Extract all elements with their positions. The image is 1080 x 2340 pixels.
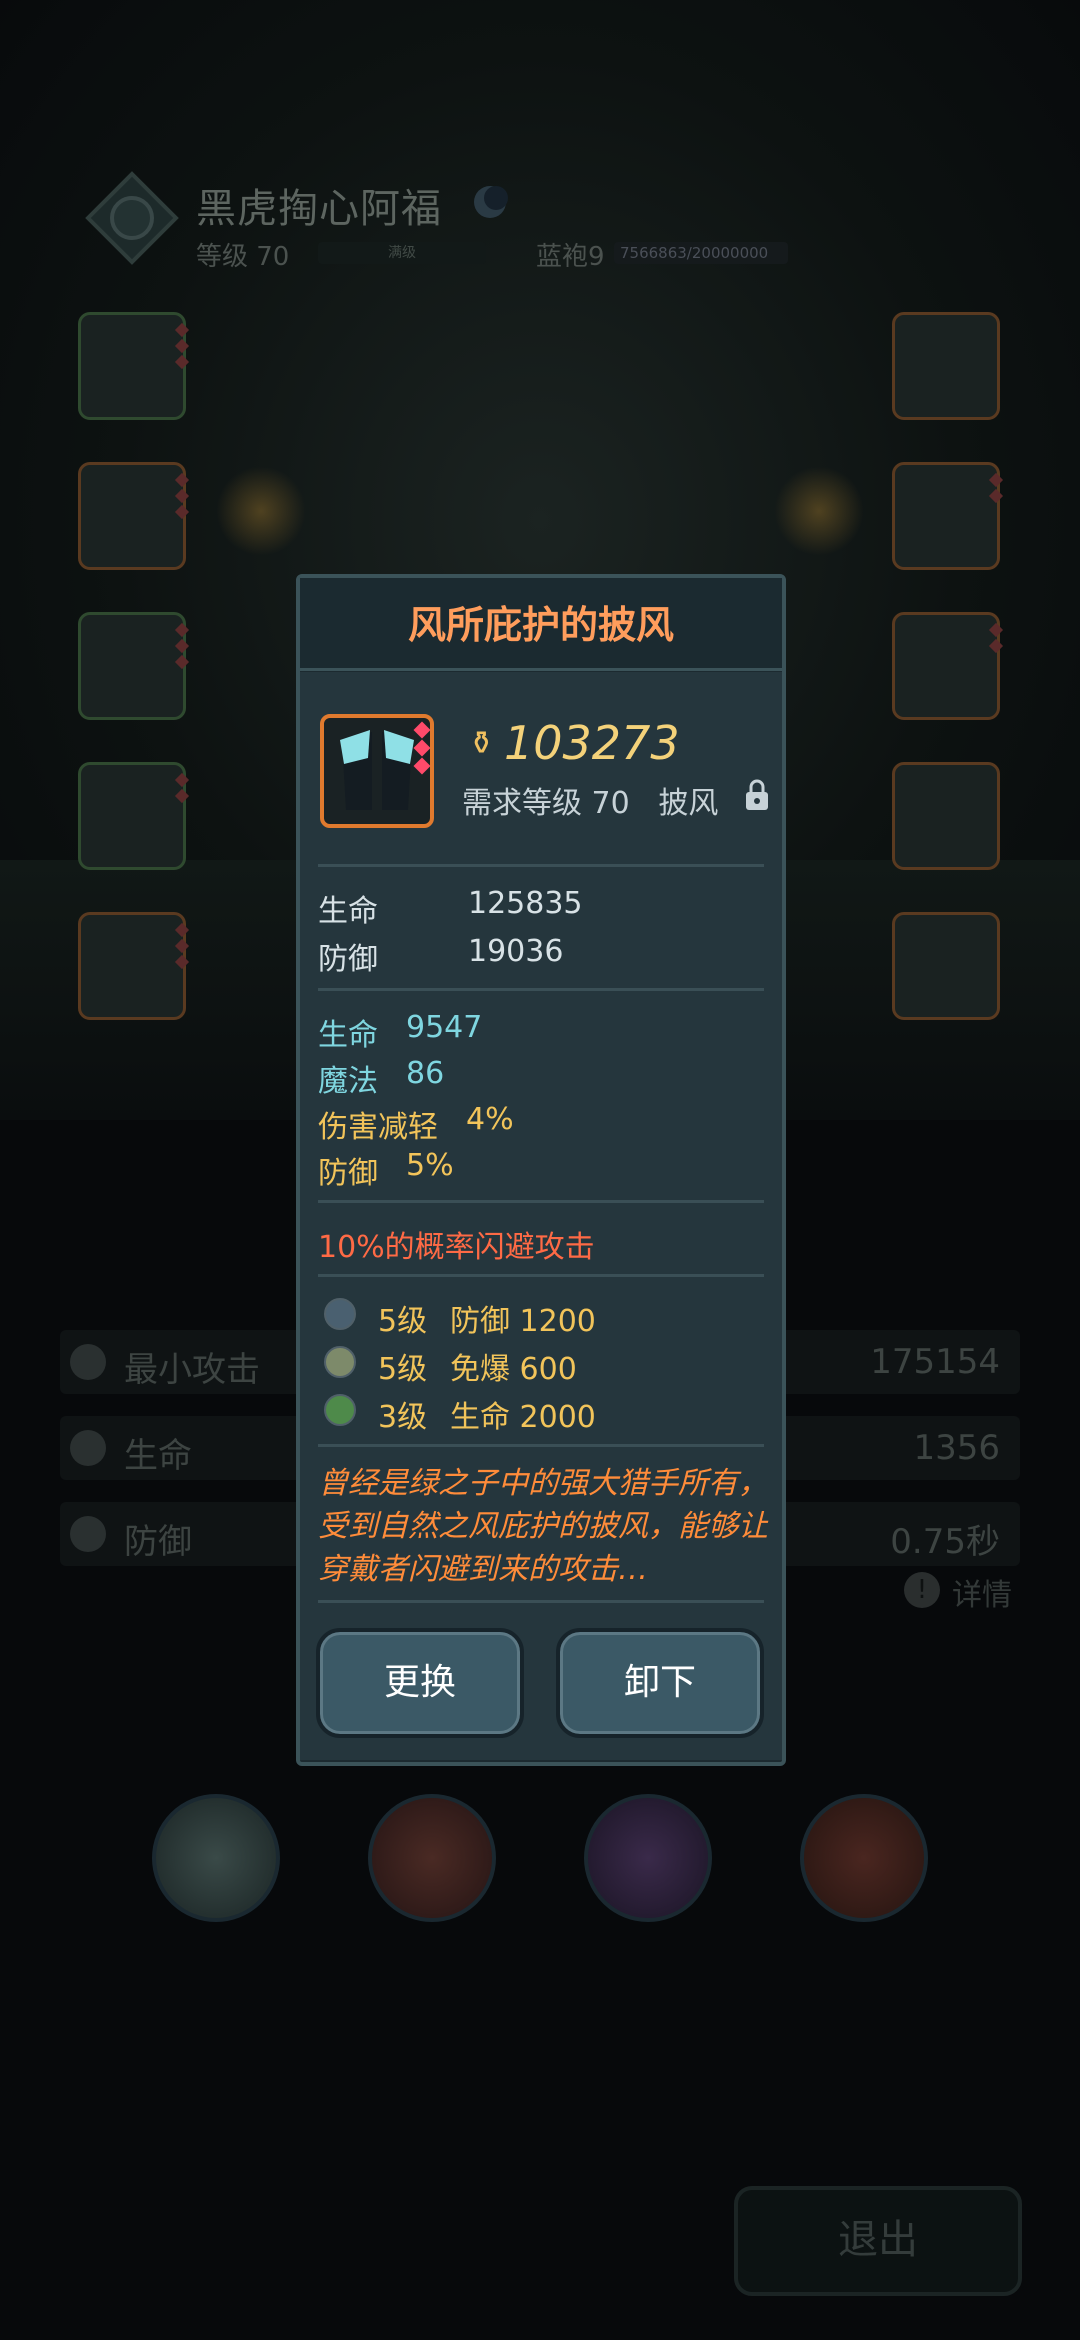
replace-button[interactable]: 更换	[316, 1628, 524, 1738]
socket-effect: 免爆 600	[450, 1352, 577, 1387]
level-bar: 满级	[318, 242, 486, 264]
special-effect: 10%的概率闪避攻击	[318, 1230, 595, 1265]
cloak-icon	[340, 730, 414, 810]
base-stat-name: 生命	[318, 894, 378, 929]
item-slot-type: 披风	[658, 786, 719, 821]
equip-slot-weapon[interactable]	[892, 312, 1000, 420]
socket-level: 5级	[378, 1304, 428, 1339]
stat-value: 0.75秒	[890, 1522, 1000, 1562]
lock-icon[interactable]	[742, 778, 772, 812]
stat-value: 175154	[870, 1342, 1000, 1382]
equip-slot-ring[interactable]	[892, 462, 1004, 570]
hero-name: 黑虎掏心阿福	[196, 186, 442, 232]
skill-slot-1[interactable]	[152, 1794, 280, 1922]
divider	[318, 1200, 764, 1203]
bonus-stat-value: 9547	[406, 1010, 483, 1045]
stat-label: 防御	[124, 1522, 192, 1562]
hero-rank: 蓝袍9	[536, 242, 605, 272]
requirement-level: 需求等级 70	[462, 786, 630, 821]
item-title: 风所庇护的披风	[407, 603, 674, 647]
bonus-stat-value: 86	[406, 1056, 445, 1091]
gem-socket-icon	[324, 1346, 356, 1378]
skill-slot-4[interactable]	[800, 1794, 928, 1922]
equip-slot-offhand[interactable]	[892, 762, 1000, 870]
divider	[318, 864, 764, 867]
base-stat-name: 防御	[318, 942, 378, 977]
exit-button[interactable]: 退出	[734, 2186, 1022, 2296]
equip-slot-boots[interactable]	[78, 762, 190, 870]
divider	[318, 1274, 764, 1277]
power-icon: ⚱	[468, 724, 495, 762]
item-requirement: 需求等级 70 披风	[462, 778, 718, 822]
equip-slot-cloak[interactable]	[78, 912, 190, 1020]
gem-socket-icon	[324, 1298, 356, 1330]
detail-link[interactable]: 详情	[952, 1570, 1012, 1614]
equip-slot-necklace[interactable]	[892, 612, 1004, 720]
torch-glow-right	[774, 466, 864, 556]
socket-level: 3级	[378, 1400, 428, 1435]
stat-label: 生命	[124, 1436, 192, 1476]
socket-effect: 防御 1200	[450, 1304, 596, 1339]
unequip-button[interactable]: 卸下	[556, 1628, 764, 1738]
bonus-stat-name: 防御	[318, 1156, 378, 1191]
base-stat-value: 125835	[468, 886, 583, 921]
bonus-stat-name: 魔法	[318, 1064, 378, 1099]
socket-effect: 生命 2000	[450, 1400, 596, 1435]
bonus-stat-value: 4%	[466, 1102, 514, 1137]
skill-slot-2[interactable]	[368, 1794, 496, 1922]
info-icon[interactable]: !	[904, 1572, 940, 1608]
bonus-stat-name: 生命	[318, 1018, 378, 1053]
gem-socket-icon	[324, 1394, 356, 1426]
shield-icon	[70, 1516, 106, 1552]
heart-icon	[70, 1430, 106, 1466]
attack-icon	[70, 1344, 106, 1380]
moon-icon	[474, 186, 508, 218]
skill-slot-3[interactable]	[584, 1794, 712, 1922]
divider	[318, 988, 764, 991]
rank-progress: 7566863/20000000	[614, 242, 788, 264]
divider	[318, 1600, 764, 1603]
equip-slot-armor[interactable]	[78, 462, 190, 570]
torch-glow-left	[216, 466, 306, 556]
hero-emblem-icon	[85, 171, 179, 265]
item-icon-slot	[320, 714, 434, 828]
hero-level: 等级 70	[196, 242, 290, 272]
equip-slot-helmet[interactable]	[78, 312, 190, 420]
stat-value: 1356	[913, 1428, 1000, 1468]
item-description: 曾经是绿之子中的强大猎手所有，受到自然之风庇护的披风，能够让穿戴者闪避到来的攻击…	[318, 1466, 768, 1587]
base-stat-value: 19036	[468, 934, 564, 969]
bonus-stat-name: 伤害减轻	[318, 1110, 438, 1145]
stat-label: 最小攻击	[124, 1350, 260, 1390]
bonus-stat-value: 5%	[406, 1148, 454, 1183]
divider	[318, 1444, 764, 1447]
dialog-body	[300, 672, 782, 1760]
socket-level: 5级	[378, 1352, 428, 1387]
equip-slot-trinket[interactable]	[892, 912, 1000, 1020]
equip-slot-pants[interactable]	[78, 612, 190, 720]
item-power: 103273	[504, 716, 680, 770]
